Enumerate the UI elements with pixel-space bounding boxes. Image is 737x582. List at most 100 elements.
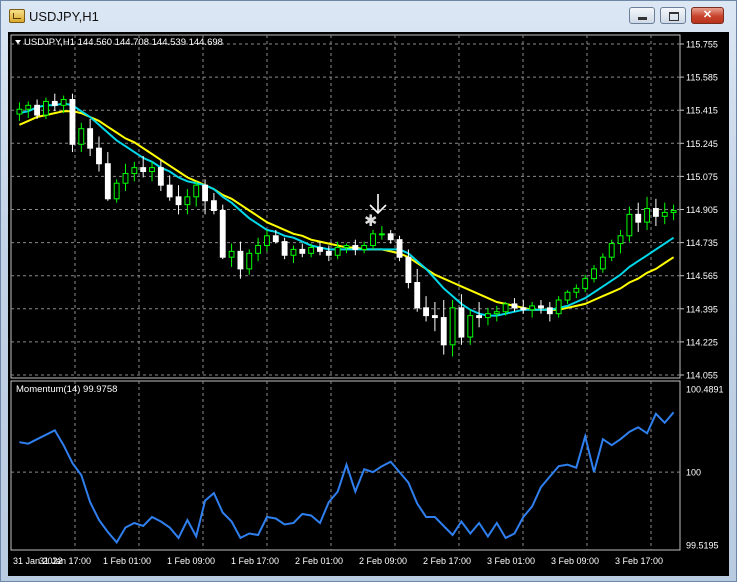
candle[interactable]	[529, 301, 536, 318]
candle[interactable]	[96, 136, 102, 172]
candle[interactable]	[652, 198, 659, 227]
candle[interactable]	[184, 189, 191, 215]
candle[interactable]	[210, 192, 217, 215]
momentum-tick-label: 100	[686, 468, 701, 478]
candle[interactable]	[193, 181, 200, 207]
candle[interactable]	[564, 290, 571, 304]
candle[interactable]	[440, 300, 447, 355]
momentum-tick-label: 100.4891	[686, 385, 724, 395]
candle[interactable]	[599, 253, 606, 273]
candle[interactable]	[25, 101, 32, 118]
maximize-icon	[669, 12, 679, 21]
price-axis: 115.755 115.585 115.415 115.245 115.075 114.9…	[680, 40, 718, 381]
time-tick-label: 3 Feb 09:00	[551, 556, 599, 566]
time-tick-label: 1 Feb 09:00	[167, 556, 215, 566]
candle[interactable]	[511, 298, 518, 312]
price-tick-label: 114.565	[686, 271, 718, 281]
candle[interactable]	[16, 102, 23, 121]
maximize-button[interactable]	[660, 7, 686, 24]
candle[interactable]	[644, 196, 650, 230]
main-chart-frame	[10, 34, 681, 379]
candle[interactable]	[219, 204, 226, 260]
time-tick-label: 2 Feb 01:00	[295, 556, 343, 566]
time-tick-label: 3 Feb 17:00	[615, 556, 663, 566]
chart-area[interactable]: 115.755 115.585 115.415 115.245 115.075 114.9…	[8, 32, 729, 576]
time-tick-label: 2 Feb 09:00	[359, 556, 407, 566]
candle[interactable]	[299, 243, 306, 258]
candle[interactable]	[387, 229, 394, 244]
terminal-chart-window: USDJPY,H1 ✕ 115.755 115.585 115.415 115.245…	[0, 0, 737, 582]
price-tick-label: 115.755	[686, 40, 718, 50]
time-tick-label: 31 Jan 17:00	[39, 556, 91, 566]
candle[interactable]	[555, 296, 562, 318]
candle[interactable]	[467, 309, 474, 345]
candle[interactable]	[431, 301, 438, 332]
candle[interactable]	[378, 226, 385, 240]
candle[interactable]	[423, 296, 429, 322]
candle[interactable]	[113, 179, 120, 203]
candle[interactable]	[485, 307, 491, 326]
candle[interactable]	[246, 249, 253, 275]
momentum-header: Momentum(14) 99.9758	[16, 384, 117, 395]
candle[interactable]	[264, 229, 270, 252]
star-marker-icon: ✱	[364, 213, 377, 230]
candle[interactable]	[157, 159, 164, 192]
price-tick-label: 115.415	[686, 106, 718, 116]
price-tick-label: 115.075	[686, 172, 718, 182]
candle[interactable]	[255, 237, 262, 262]
candle[interactable]	[493, 305, 500, 322]
momentum-axis: 100.4891 100 99.5195	[686, 385, 724, 551]
time-tick-label: 1 Feb 01:00	[103, 556, 151, 566]
time-axis: 31 Jan 202231 Jan 17:00 1 Feb 01:00 1 Feb …	[13, 556, 663, 566]
candle[interactable]	[228, 243, 235, 267]
minimize-icon	[638, 17, 647, 20]
candle[interactable]	[635, 202, 642, 232]
candle[interactable]	[361, 241, 368, 254]
candle[interactable]	[122, 163, 129, 192]
candle[interactable]	[352, 239, 359, 256]
candle[interactable]	[166, 175, 173, 201]
momentum-series-line	[19, 411, 675, 545]
candle[interactable]	[131, 161, 138, 182]
price-tick-label: 115.585	[686, 73, 718, 83]
candle[interactable]	[317, 241, 323, 256]
indicator-menu-icon[interactable]	[15, 40, 21, 44]
candle[interactable]	[591, 264, 597, 283]
sell-arrow-icon	[369, 194, 387, 215]
candle[interactable]	[617, 229, 624, 254]
momentum-line	[19, 411, 675, 545]
price-tick-label: 114.735	[686, 238, 718, 248]
candle[interactable]	[661, 202, 668, 225]
time-tick-label: 3 Feb 01:00	[487, 556, 535, 566]
momentum-tick-label: 99.5195	[686, 541, 719, 551]
candle[interactable]	[237, 241, 244, 279]
time-tick-label: 2 Feb 17:00	[423, 556, 471, 566]
chart-icon	[9, 9, 25, 23]
candle[interactable]	[626, 206, 633, 242]
candle[interactable]	[538, 300, 544, 314]
candle[interactable]	[290, 245, 297, 264]
grid	[11, 35, 680, 550]
candle[interactable]	[573, 284, 580, 299]
candle[interactable]	[78, 122, 85, 153]
title-bar[interactable]: USDJPY,H1 ✕	[1, 1, 736, 31]
minimize-button[interactable]	[629, 7, 655, 24]
price-tick-label: 115.245	[686, 139, 718, 149]
candle[interactable]	[87, 118, 94, 156]
price-tick-label: 114.395	[686, 304, 718, 314]
price-chart-svg[interactable]: 115.755 115.585 115.415 115.245 115.075 114.9…	[8, 32, 729, 576]
candle[interactable]	[281, 237, 288, 260]
main-chart-header: USDJPY,H1 144.560 144.708 144.539 144.69…	[24, 37, 223, 48]
candle[interactable]	[69, 93, 76, 153]
close-button[interactable]: ✕	[691, 7, 724, 24]
candle[interactable]	[149, 161, 155, 182]
candle[interactable]	[546, 301, 553, 322]
candle[interactable]	[449, 300, 456, 357]
candle[interactable]	[51, 93, 58, 112]
candle[interactable]	[670, 204, 677, 221]
candle[interactable]	[396, 235, 403, 262]
candle[interactable]	[370, 229, 376, 250]
candle[interactable]	[104, 152, 111, 201]
price-tick-label: 114.225	[686, 337, 718, 347]
price-tick-label: 114.905	[686, 205, 718, 215]
